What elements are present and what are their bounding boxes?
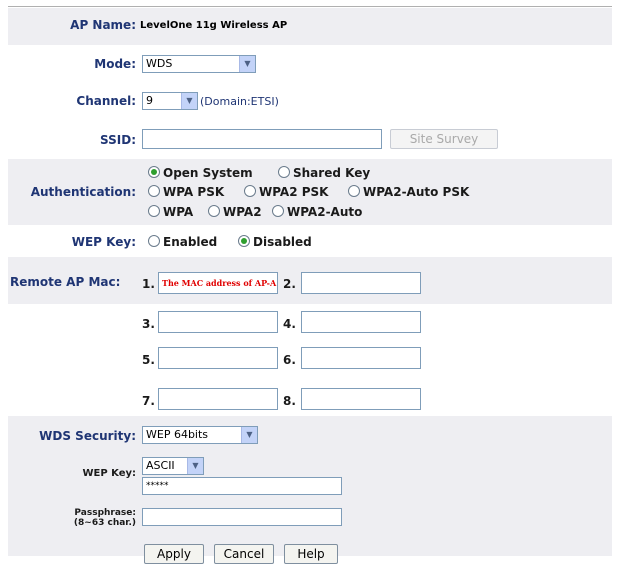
- mac-entry-number: 7.: [142, 394, 155, 408]
- passphrase-input[interactable]: [142, 508, 342, 526]
- mode-label: Mode:: [94, 57, 136, 71]
- help-button[interactable]: Help: [284, 544, 338, 564]
- mac-entry-4-input[interactable]: [301, 311, 421, 333]
- radio-unselected-icon: [208, 205, 220, 217]
- radio-selected-icon: [148, 166, 160, 178]
- channel-select[interactable]: 9 ▼: [142, 92, 198, 110]
- wds-security-label: WDS Security:: [39, 429, 136, 443]
- mac-entry-5-input[interactable]: [158, 347, 278, 369]
- auth-open-system-radio[interactable]: Open System: [148, 165, 253, 181]
- wep-option-label: Enabled: [163, 235, 218, 249]
- passphrase-label-line1: Passphrase:: [74, 508, 136, 518]
- wds-wep-key-input[interactable]: *****: [142, 477, 342, 495]
- wep-option-label: Disabled: [253, 235, 312, 249]
- auth-wpa2-auto-psk-radio[interactable]: WPA2-Auto PSK: [348, 184, 469, 200]
- mac-entry-number: 8.: [283, 394, 296, 408]
- ssid-label: SSID:: [100, 133, 136, 147]
- mac-entry-2-input[interactable]: [301, 272, 421, 294]
- auth-option-label: Open System: [163, 166, 253, 180]
- channel-domain-note: (Domain:ETSI): [200, 95, 279, 108]
- channel-label: Channel:: [76, 94, 136, 108]
- remote-ap-mac-label: Remote AP Mac:: [10, 275, 121, 289]
- auth-option-label: WPA PSK: [163, 185, 225, 199]
- radio-unselected-icon: [148, 205, 160, 217]
- auth-option-label: WPA: [163, 205, 194, 219]
- wds-security-select-value: WEP 64bits: [146, 428, 209, 441]
- auth-shared-key-radio[interactable]: Shared Key: [278, 165, 370, 181]
- mode-select[interactable]: WDS ▼: [142, 55, 256, 73]
- authentication-label: Authentication:: [30, 185, 136, 199]
- key-format-select[interactable]: ASCII ▼: [142, 457, 204, 475]
- ap-name-value: LevelOne 11g Wireless AP: [140, 20, 288, 31]
- top-divider: [8, 6, 612, 7]
- wds-wep-key-label: WEP Key:: [82, 468, 136, 479]
- mac-entry-number: 5.: [142, 353, 155, 367]
- radio-unselected-icon: [278, 166, 290, 178]
- apply-button[interactable]: Apply: [144, 544, 204, 564]
- wep-key-label: WEP Key:: [71, 235, 136, 249]
- channel-select-value: 9: [146, 94, 153, 107]
- radio-unselected-icon: [244, 185, 256, 197]
- auth-wpa2-auto-radio[interactable]: WPA2-Auto: [272, 204, 362, 220]
- mac-entry-1-input[interactable]: The MAC address of AP-A: [158, 272, 278, 294]
- passphrase-label: Passphrase: (8~63 char.): [74, 508, 136, 528]
- radio-unselected-icon: [348, 185, 360, 197]
- auth-option-label: WPA2: [223, 205, 262, 219]
- chevron-down-icon: ▼: [239, 56, 255, 72]
- site-survey-button[interactable]: Site Survey: [390, 129, 498, 149]
- auth-wpa2-radio[interactable]: WPA2: [208, 204, 262, 220]
- mac-entry-number: 2.: [283, 277, 296, 291]
- chevron-down-icon: ▼: [181, 93, 197, 109]
- auth-option-label: WPA2-Auto PSK: [363, 185, 470, 199]
- mac-entry-number: 4.: [283, 317, 296, 331]
- auth-option-label: WPA2-Auto: [287, 205, 363, 219]
- radio-unselected-icon: [148, 185, 160, 197]
- cancel-button[interactable]: Cancel: [214, 544, 274, 564]
- mac-entry-3-input[interactable]: [158, 311, 278, 333]
- radio-unselected-icon: [148, 235, 160, 247]
- mac-entry-7-input[interactable]: [158, 388, 278, 410]
- auth-wpa-psk-radio[interactable]: WPA PSK: [148, 184, 224, 200]
- radio-unselected-icon: [272, 205, 284, 217]
- auth-wpa-radio[interactable]: WPA: [148, 204, 193, 220]
- mac-entry-number: 3.: [142, 317, 155, 331]
- auth-option-label: Shared Key: [293, 166, 371, 180]
- key-format-select-value: ASCII: [146, 459, 175, 472]
- ssid-input[interactable]: [142, 129, 382, 149]
- auth-wpa2-psk-radio[interactable]: WPA2 PSK: [244, 184, 328, 200]
- wep-disabled-radio[interactable]: Disabled: [238, 234, 312, 250]
- chevron-down-icon: ▼: [241, 427, 257, 443]
- passphrase-label-line2: (8~63 char.): [73, 518, 136, 528]
- wep-enabled-radio[interactable]: Enabled: [148, 234, 217, 250]
- chevron-down-icon: ▼: [187, 458, 203, 474]
- wds-security-select[interactable]: WEP 64bits ▼: [142, 426, 258, 444]
- auth-option-label: WPA2 PSK: [259, 185, 329, 199]
- ap-name-label: AP Name:: [70, 18, 136, 32]
- mac-entry-number: 6.: [283, 353, 296, 367]
- mac-entry-number: 1.: [142, 277, 155, 291]
- mac-entry-8-input[interactable]: [301, 388, 421, 410]
- mode-select-value: WDS: [146, 57, 173, 70]
- mac-entry-6-input[interactable]: [301, 347, 421, 369]
- radio-selected-icon: [238, 235, 250, 247]
